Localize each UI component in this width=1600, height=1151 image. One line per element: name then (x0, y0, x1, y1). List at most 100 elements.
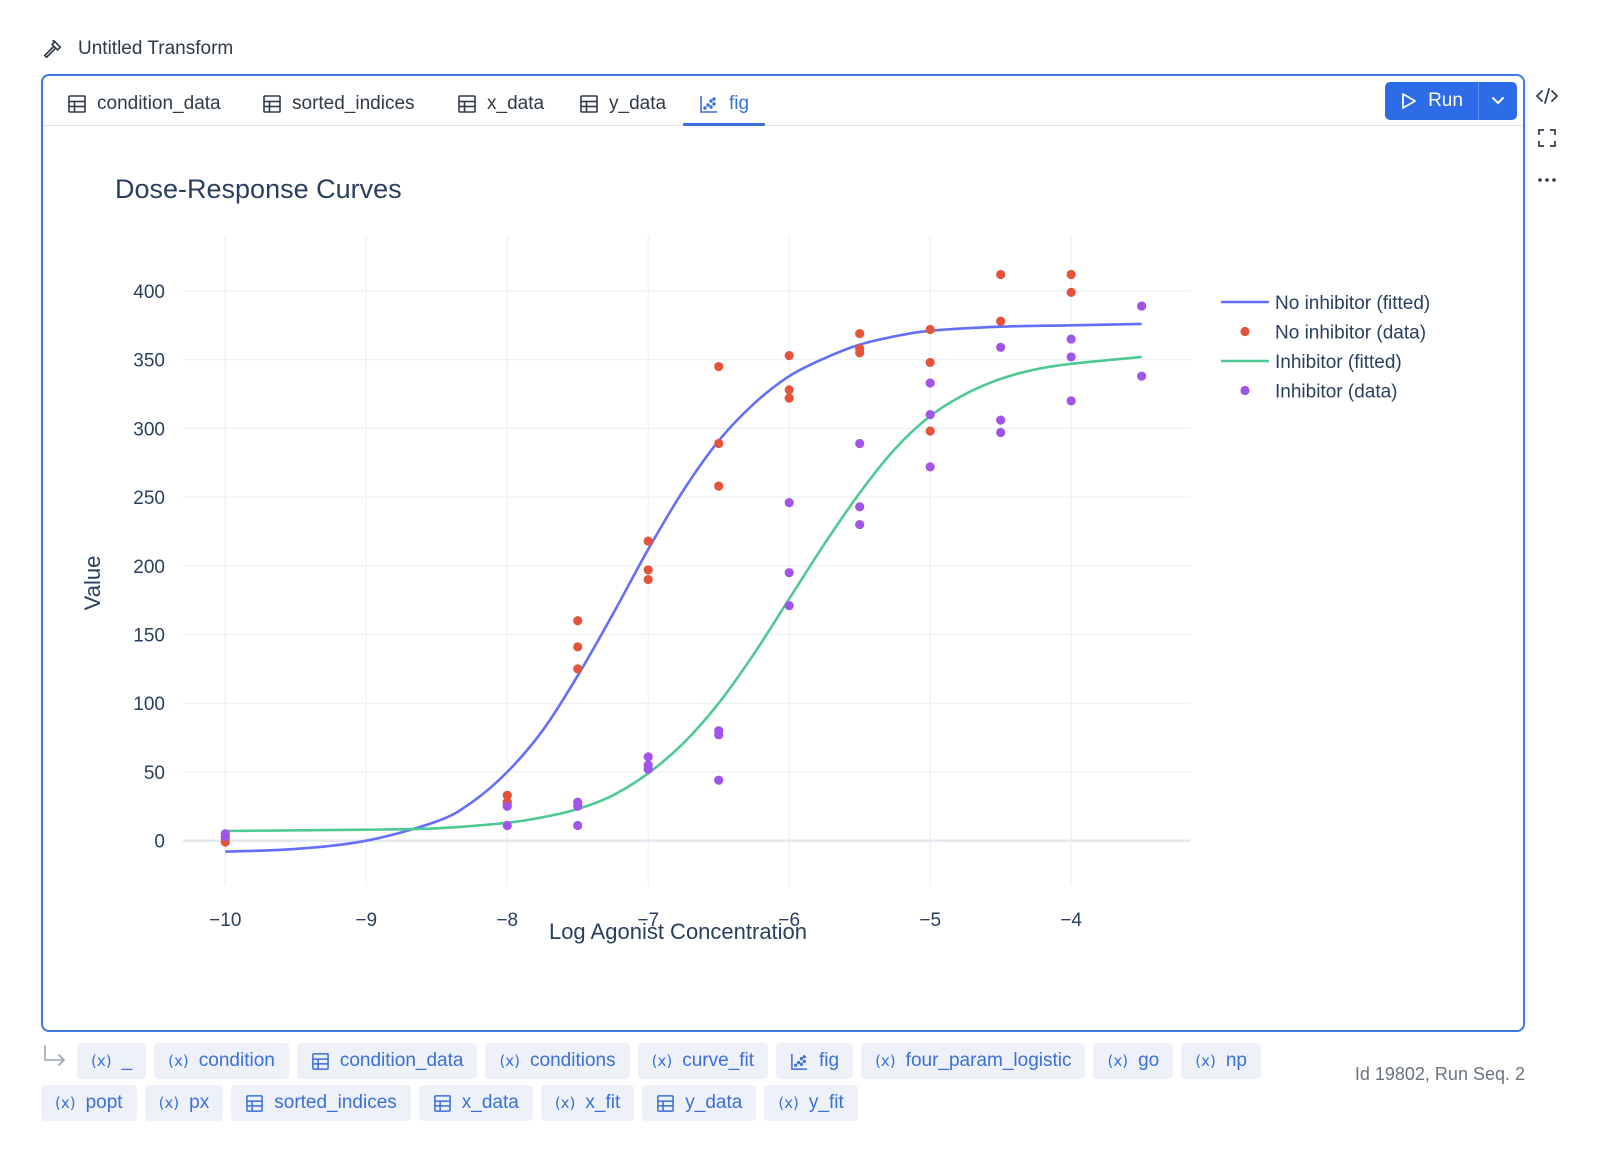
table-icon (68, 95, 86, 113)
variable-icon: (x) (778, 1094, 799, 1112)
variable-chip-y-data[interactable]: y_data (642, 1085, 757, 1121)
variable-chip-label: x_fit (585, 1092, 621, 1113)
y-axis-title: Value (80, 556, 105, 611)
data-point-inhibitor-data (996, 415, 1006, 425)
variable-chip-label: condition_data (339, 1050, 464, 1071)
data-point-no-inhibitor-data (573, 664, 583, 674)
data-point-inhibitor-data (502, 820, 512, 831)
data-point-no-inhibitor-data (925, 324, 935, 335)
variable-chip-x-data[interactable]: x_data (418, 1085, 533, 1121)
variable-chip-four-param-logistic[interactable]: (x) four_param_logistic (861, 1043, 1086, 1079)
data-point-inhibitor-data (855, 438, 865, 449)
legend-label-inhibitor-fitted[interactable]: Inhibitor (fitted) (1275, 352, 1402, 373)
variable-chip-label: condition (198, 1050, 275, 1071)
grid-layer (183, 236, 1191, 886)
variable-chip-x-fit[interactable]: (x) x_fit (540, 1085, 635, 1121)
variable-chip-popt[interactable]: (x) popt (41, 1085, 137, 1121)
x-tick-label: −4 (1060, 910, 1082, 931)
x-tick-label: −10 (209, 910, 241, 931)
data-point-inhibitor-data (643, 752, 653, 762)
variable-chip-y-fit[interactable]: (x) y_fit (764, 1085, 858, 1121)
data-point-no-inhibitor-data (925, 357, 935, 368)
variable-icon: (x) (554, 1094, 576, 1112)
x-tick-label: −8 (496, 910, 518, 931)
variable-chip-np[interactable]: (x) np (1181, 1043, 1261, 1079)
data-point-inhibitor-data (996, 427, 1006, 438)
variable-chip-label: y_data (685, 1092, 743, 1113)
variable-icon: (x) (499, 1052, 521, 1070)
legend-label-inhibitor-data[interactable]: Inhibitor (data) (1275, 382, 1398, 403)
y-tick-label: 50 (144, 763, 165, 784)
variable-chip-underscore[interactable]: (x) _ (77, 1043, 147, 1079)
variable-icon: (x) (55, 1094, 76, 1112)
data-point-no-inhibitor-data (1066, 287, 1076, 297)
table-icon (656, 1094, 675, 1113)
tab-label: y_data (609, 93, 667, 114)
series-layer (220, 269, 1147, 853)
code-icon[interactable] (1533, 82, 1561, 110)
data-point-inhibitor-data (925, 410, 935, 420)
legend-label-no-inhibitor-fitted[interactable]: No inhibitor (fitted) (1275, 293, 1430, 314)
run-label: Run (1428, 90, 1463, 111)
data-point-no-inhibitor-data (643, 536, 653, 546)
data-point-inhibitor-data (855, 502, 865, 512)
data-point-inhibitor-data (784, 601, 794, 611)
data-point-inhibitor-data (714, 730, 724, 740)
variable-chips-row-2: (x) popt (x) px sorted_indices x_data (x) x_fit… (41, 1085, 1341, 1121)
variable-icon: (x) (91, 1052, 112, 1070)
data-point-no-inhibitor-data (855, 328, 865, 339)
variable-chip-label: curve_fit (682, 1050, 754, 1071)
data-point-inhibitor-data (925, 378, 935, 388)
data-point-inhibitor-data (573, 820, 583, 831)
variable-chip-label: y_fit (808, 1092, 844, 1113)
data-point-no-inhibitor-data (855, 348, 865, 358)
tab-condition-data[interactable]: condition_data (67, 84, 221, 124)
legend-label-no-inhibitor-data[interactable]: No inhibitor (data) (1275, 323, 1426, 344)
y-tick-label: 100 (133, 694, 165, 715)
variable-chip-label: np (1225, 1050, 1247, 1071)
variable-chip-condition-data[interactable]: condition_data (296, 1043, 478, 1079)
tab-fig[interactable]: fig (682, 84, 766, 126)
variable-chips-row-1: (x) _ (x) condition condition_data (x) conditi… (77, 1043, 1377, 1079)
y-tick-label: 400 (133, 282, 165, 303)
tab-x-data[interactable]: x_data (457, 84, 544, 124)
tab-sorted-indices[interactable]: sorted_indices (262, 84, 415, 124)
dose-response-chart: −10 −9 −8 −7 −6 −5 −4050100150200250300350400 … (80, 174, 1430, 944)
variable-chip-label: x_data (461, 1092, 519, 1113)
variable-chip-condition[interactable]: (x) condition (154, 1043, 289, 1079)
y-tick-label: 250 (133, 488, 165, 509)
data-point-no-inhibitor-data (714, 438, 724, 449)
data-point-inhibitor-data (1137, 301, 1147, 311)
variable-chip-conditions[interactable]: (x) conditions (485, 1043, 630, 1079)
more-icon[interactable] (1533, 166, 1561, 194)
data-point-inhibitor-data (925, 462, 935, 472)
page-title[interactable]: Untitled Transform (78, 38, 233, 60)
hammer-icon (43, 39, 62, 59)
variable-chip-label: go (1138, 1050, 1160, 1071)
data-point-no-inhibitor-data (573, 616, 583, 626)
variable-chip-go[interactable]: (x) go (1093, 1043, 1174, 1079)
tab-label: fig (729, 93, 750, 114)
data-point-inhibitor-data (714, 775, 724, 785)
data-point-no-inhibitor-data (1066, 269, 1076, 280)
variable-chip-label: fig (819, 1050, 840, 1071)
variable-chip-fig[interactable]: fig (776, 1043, 854, 1079)
data-point-no-inhibitor-data (573, 642, 583, 652)
x-tick-label: −5 (919, 910, 941, 931)
tab-y-data[interactable]: y_data (579, 84, 666, 124)
run-button[interactable]: Run (1385, 82, 1479, 120)
data-point-no-inhibitor-data (714, 481, 724, 491)
variable-chip-sorted-indices[interactable]: sorted_indices (231, 1085, 411, 1121)
data-point-inhibitor-data (1137, 371, 1147, 381)
data-point-inhibitor-data (502, 801, 512, 811)
run-metadata: Id 19802, Run Seq. 2 (1354, 1064, 1525, 1084)
chart-title: Dose-Response Curves (115, 174, 402, 204)
variable-chip-curve-fit[interactable]: (x) curve_fit (637, 1043, 768, 1079)
data-point-no-inhibitor-data (996, 316, 1006, 326)
expand-icon[interactable] (1533, 124, 1561, 152)
data-point-inhibitor-data (1066, 352, 1076, 362)
run-button-group: Run (1385, 82, 1517, 120)
variable-chip-px[interactable]: (x) px (144, 1085, 224, 1121)
variable-chip-label: _ (121, 1050, 133, 1071)
run-options-dropdown[interactable] (1479, 82, 1517, 120)
